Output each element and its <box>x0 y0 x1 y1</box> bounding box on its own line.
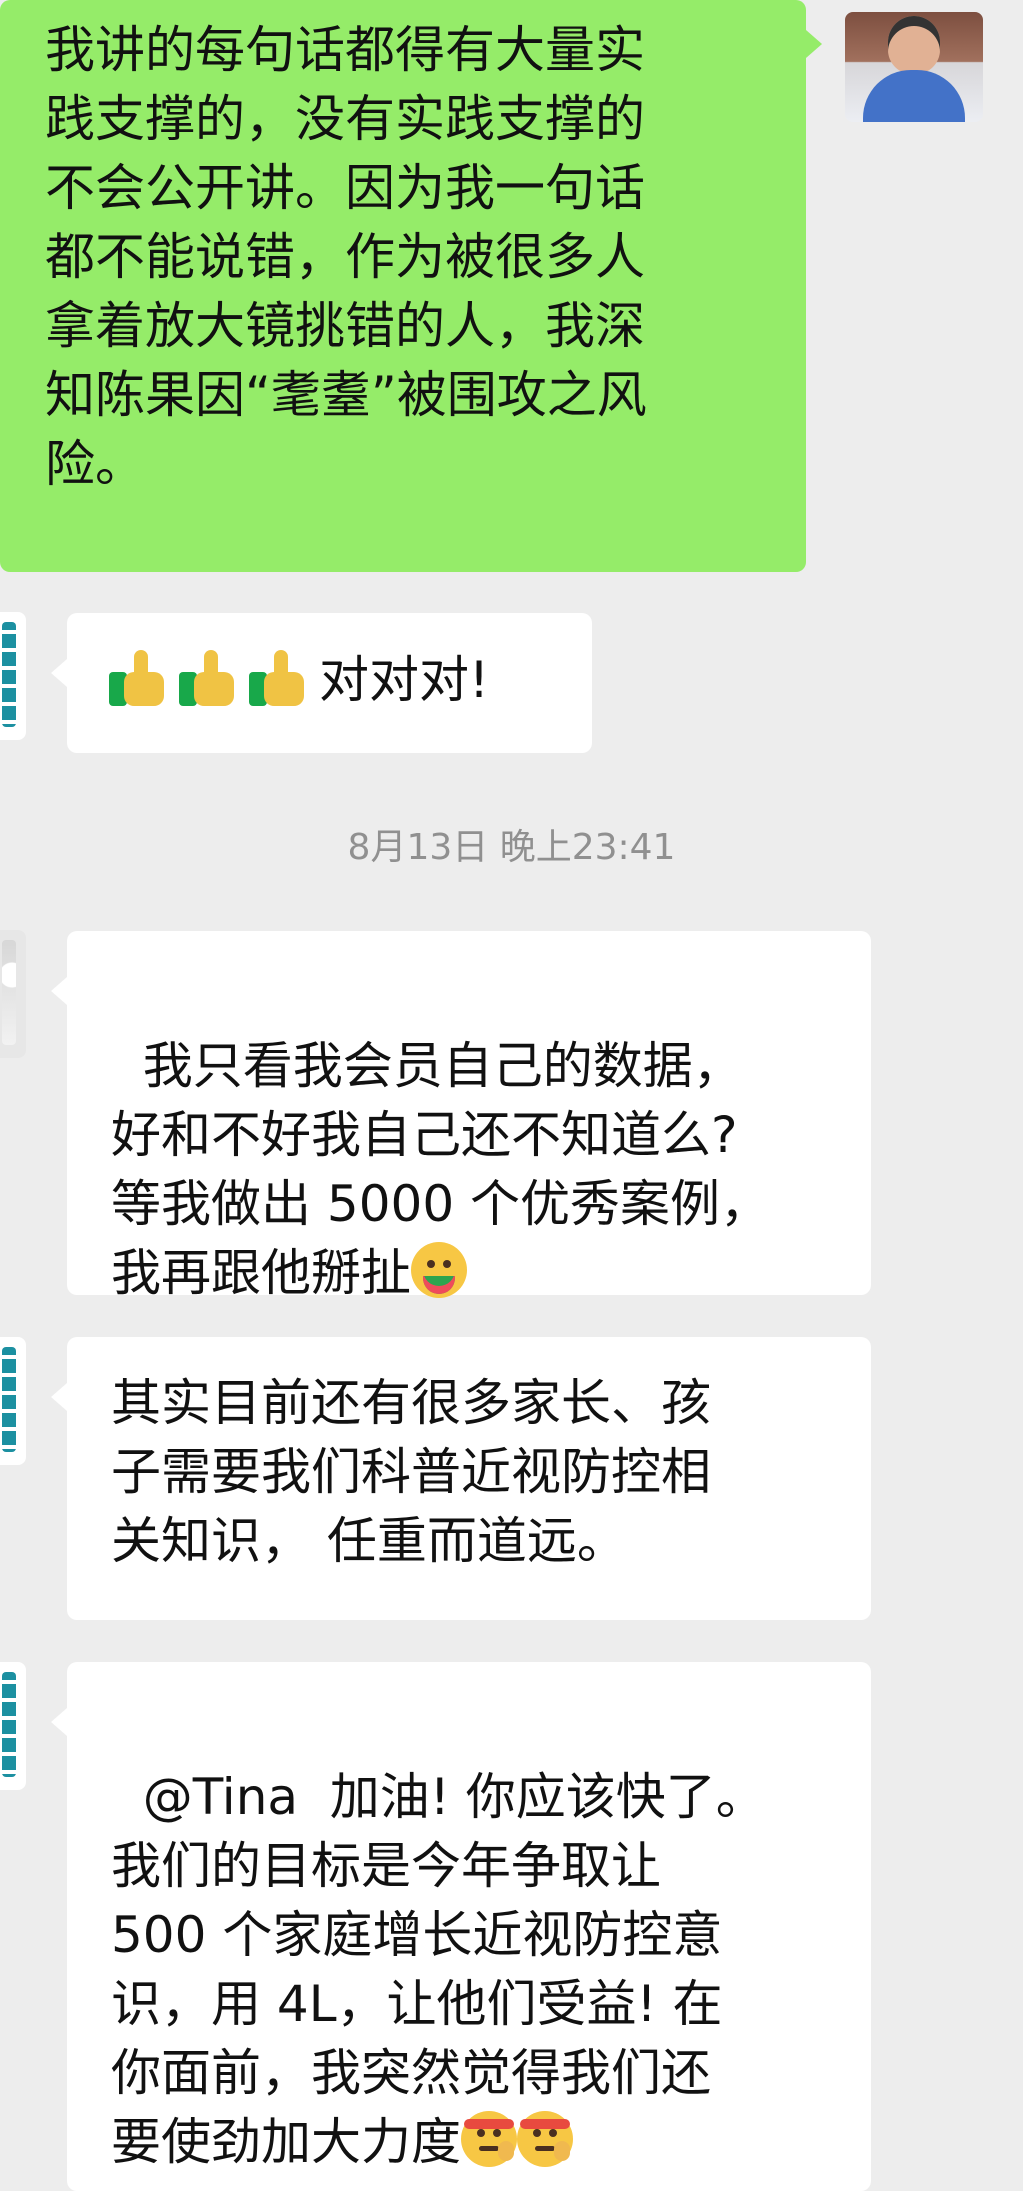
message-bubble-other[interactable]: @Tina 加油! 你应该快了。 我们的目标是今年争取让 500 个家庭增长近视… <box>51 1662 871 2191</box>
headband-face-icon <box>461 2111 517 2167</box>
self-avatar[interactable] <box>845 12 983 122</box>
thumbs-up-icon <box>179 650 239 710</box>
message-bubble-other[interactable]: 我只看我会员自己的数据， 好和不好我自己还不知道么? 等我做出 5000 个优秀… <box>51 931 871 1302</box>
headband-face-icon <box>517 2111 573 2167</box>
contact-avatar[interactable] <box>0 930 26 1058</box>
avatar-body <box>863 70 965 122</box>
message-bubble-self[interactable]: 我讲的每句话都得有大量实 践支撑的，没有实践支撑的 不会公开讲。因为我一句话 都… <box>0 0 822 572</box>
message-text: @Tina 加油! 你应该快了。 我们的目标是今年争取让 500 个家庭增长近视… <box>111 1768 766 2171</box>
thumbs-up-icon <box>109 650 169 710</box>
contact-avatar[interactable] <box>0 612 26 740</box>
thumbs-up-icon <box>249 650 309 710</box>
message-bubble-other[interactable]: 其实目前还有很多家长、孩 子需要我们科普近视防控相 关知识， 任重而道远。 <box>51 1337 871 1620</box>
chat-timestamp: 8月13日 晚上23:41 <box>347 827 676 868</box>
contact-avatar[interactable] <box>0 1337 26 1465</box>
contact-avatar[interactable] <box>0 1662 26 1790</box>
message-text: 对对对! <box>319 651 490 709</box>
thumbs-reaction: 对对对! <box>109 650 489 710</box>
avatar-head <box>888 16 940 74</box>
watermelon-face-icon <box>411 1242 467 1298</box>
